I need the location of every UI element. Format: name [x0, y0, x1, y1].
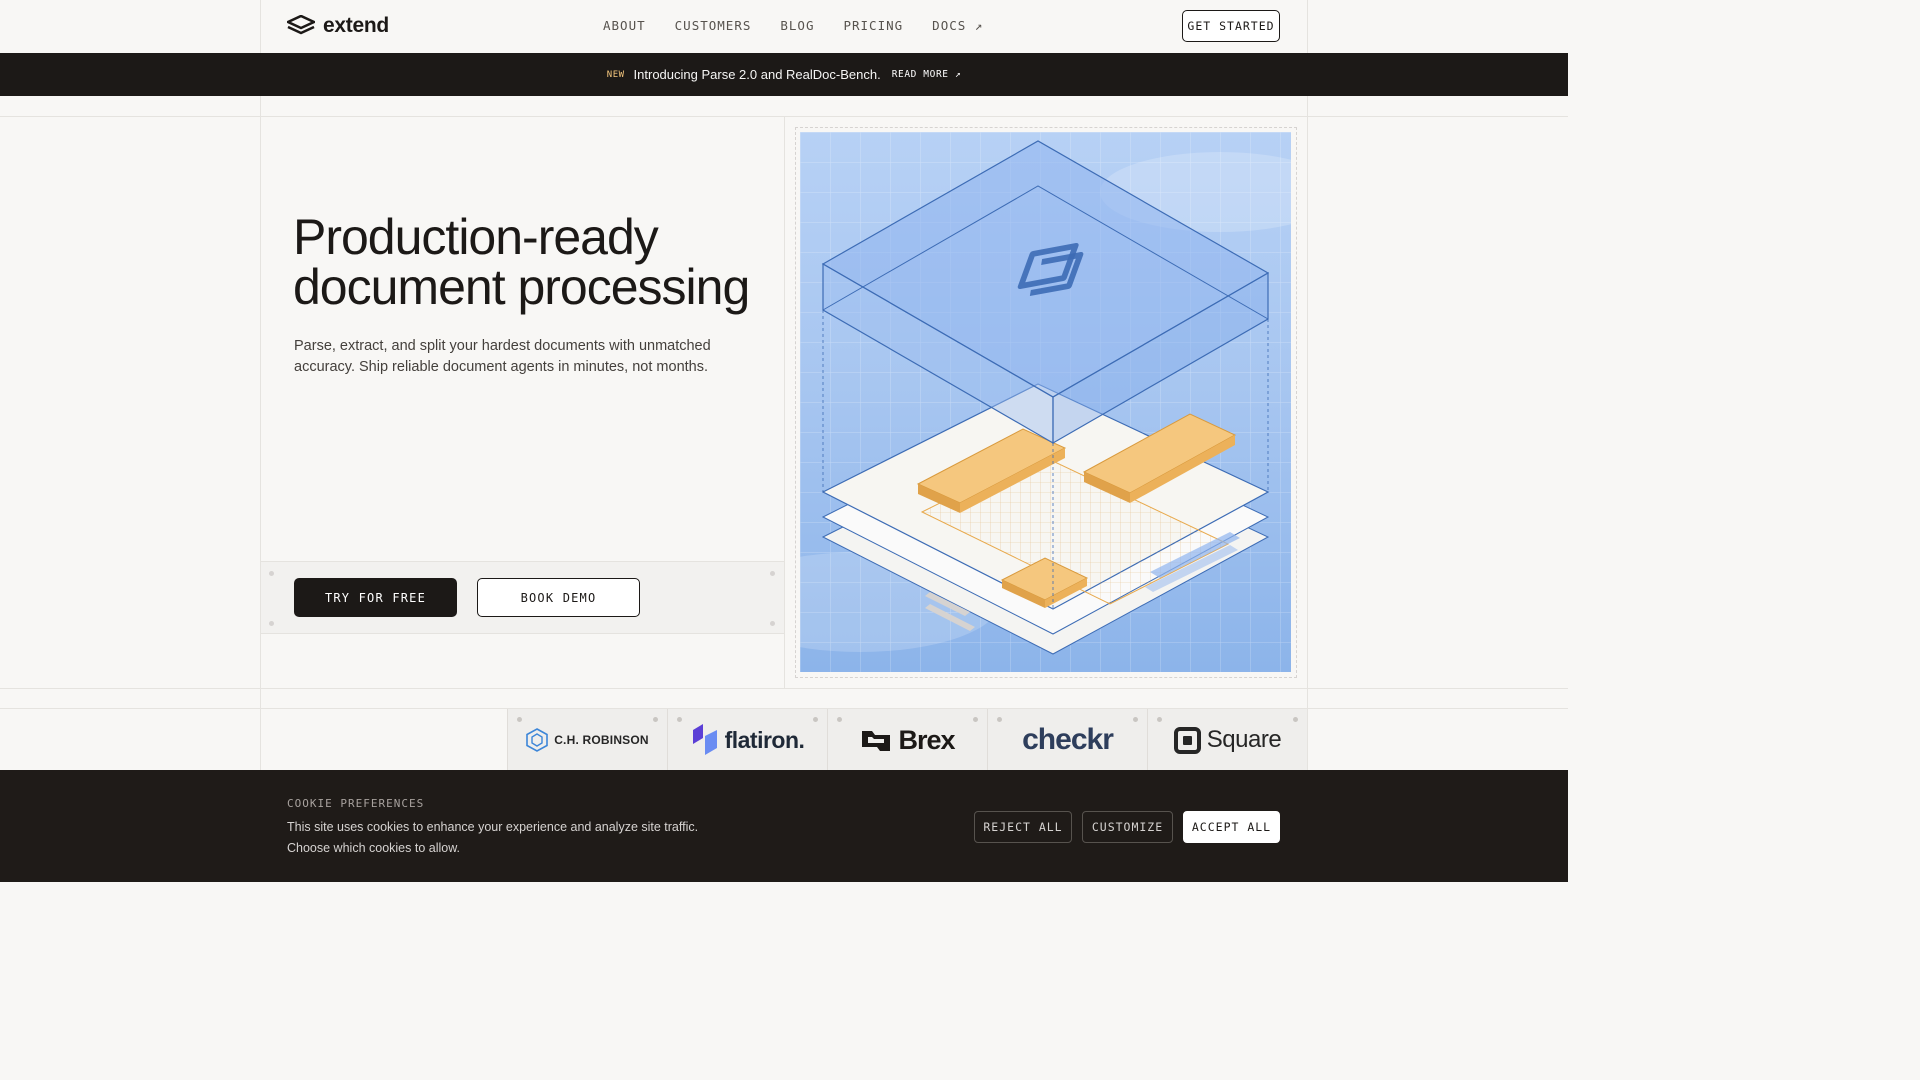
hero-title-line1: Production-ready: [293, 209, 659, 265]
customer-logo-brex: Brex: [827, 709, 987, 771]
nav-pricing[interactable]: PRICING: [843, 18, 903, 33]
frame-line-left: [260, 0, 261, 882]
cookie-text: This site uses cookies to enhance your e…: [287, 820, 699, 855]
cell-dot: [1133, 717, 1138, 722]
corner-dot: [770, 621, 775, 626]
cell-dot: [653, 717, 658, 722]
cookie-title: COOKIE PREFERENCES: [287, 797, 425, 810]
customer-name: flatiron.: [724, 726, 805, 753]
cell-dot: [1157, 717, 1162, 722]
customer-logo-flatiron: flatiron.: [667, 709, 827, 771]
nav-docs[interactable]: DOCS ↗: [932, 18, 983, 33]
hero-divider: [784, 117, 785, 688]
cell-dot: [677, 717, 682, 722]
book-demo-button[interactable]: BOOK DEMO: [477, 578, 640, 617]
nav-about[interactable]: ABOUT: [603, 18, 646, 33]
customer-logo-chrobinson: C.H. ROBINSON: [507, 709, 667, 771]
get-started-button[interactable]: GET STARTED: [1182, 10, 1280, 42]
announcement-tag: NEW: [606, 69, 625, 80]
announcement-text: Introducing Parse 2.0 and RealDoc-Bench.: [633, 67, 881, 82]
brand-logo[interactable]: extend: [287, 14, 389, 38]
customer-name: C.H. ROBINSON: [554, 733, 649, 747]
hero-bottom-line: [0, 688, 1568, 689]
announcement-bar: NEW Introducing Parse 2.0 and RealDoc-Be…: [0, 53, 1568, 96]
accept-all-button[interactable]: ACCEPT ALL: [1183, 811, 1280, 843]
hero-title: Production-ready document processing: [293, 212, 773, 312]
cell-dot: [997, 717, 1002, 722]
top-nav: extend ABOUT CUSTOMERS BLOG PRICING DOCS…: [0, 0, 1568, 53]
reject-all-button[interactable]: REJECT ALL: [974, 811, 1072, 843]
frame-line-right: [1307, 0, 1308, 882]
hero-illustration: [800, 132, 1291, 672]
cell-dot: [837, 717, 842, 722]
read-more-link[interactable]: READ MORE ↗: [892, 69, 962, 80]
corner-dot: [770, 571, 775, 576]
hero-top-line: [0, 116, 1568, 117]
brex-icon: [862, 731, 891, 751]
customer-name: Brex: [898, 724, 955, 755]
hero-title-line2: document processing: [293, 259, 750, 315]
customer-logo-square: Square: [1147, 709, 1307, 771]
customer-name: Square: [1206, 726, 1282, 753]
customer-name: checkr: [1022, 723, 1114, 756]
brand-logo-icon: [287, 15, 315, 35]
chrobinson-icon: [526, 728, 548, 752]
nav-customers[interactable]: CUSTOMERS: [675, 18, 752, 33]
cell-dot: [517, 717, 522, 722]
nav-blog[interactable]: BLOG: [780, 18, 814, 33]
flatiron-icon: [692, 724, 717, 755]
cell-dot: [1293, 717, 1298, 722]
try-for-free-button[interactable]: TRY FOR FREE: [294, 578, 457, 617]
cookie-banner: COOKIE PREFERENCES This site uses cookie…: [0, 770, 1568, 882]
nav-links: ABOUT CUSTOMERS BLOG PRICING DOCS ↗: [603, 18, 983, 33]
customer-logo-checkr: checkr: [987, 709, 1147, 771]
brand-name: extend: [323, 14, 389, 37]
corner-dot: [269, 621, 274, 626]
square-icon: [1173, 726, 1201, 754]
cell-dot: [813, 717, 818, 722]
corner-dot: [269, 571, 274, 576]
cell-dot: [973, 717, 978, 722]
customize-button[interactable]: CUSTOMIZE: [1082, 811, 1173, 843]
hero-subtitle: Parse, extract, and split your hardest d…: [294, 338, 711, 375]
